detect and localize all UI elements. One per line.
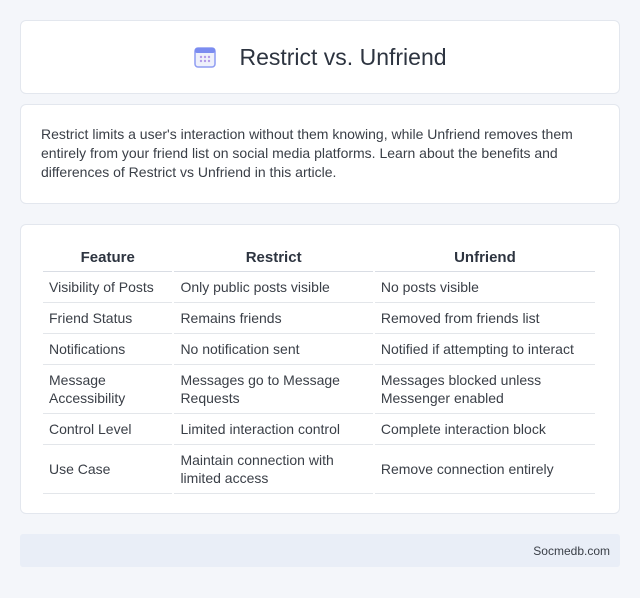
feature-cell: Friend Status xyxy=(43,303,173,334)
feature-cell: Visibility of Posts xyxy=(43,272,173,303)
restrict-cell: Limited interaction control xyxy=(174,414,373,445)
restrict-cell: Maintain connection with limited access xyxy=(174,445,373,494)
table-row: Visibility of Posts Only public posts vi… xyxy=(43,272,595,303)
table-card: Feature Restrict Unfriend Visibility of … xyxy=(20,224,620,514)
restrict-cell: Remains friends xyxy=(174,303,373,334)
table-header-row: Feature Restrict Unfriend xyxy=(43,245,595,272)
unfriend-cell: Removed from friends list xyxy=(374,303,595,334)
intro-card: Restrict limits a user's interaction wit… xyxy=(20,104,620,204)
unfriend-cell: Remove connection entirely xyxy=(374,445,595,494)
feature-cell: Control Level xyxy=(43,414,173,445)
table-row: Notifications No notification sent Notif… xyxy=(43,334,595,365)
unfriend-cell: Notified if attempting to interact xyxy=(374,334,595,365)
title-row: Restrict vs. Unfriend xyxy=(193,43,447,71)
unfriend-cell: No posts visible xyxy=(374,272,595,303)
comparison-table: Feature Restrict Unfriend Visibility of … xyxy=(41,245,597,494)
restrict-cell: Messages go to Message Requests xyxy=(174,365,373,414)
unfriend-cell: Messages blocked unless Messenger enable… xyxy=(374,365,595,414)
calendar-icon xyxy=(194,47,217,68)
restrict-cell: No notification sent xyxy=(174,334,373,365)
restrict-cell: Only public posts visible xyxy=(174,272,373,303)
footer-site-link[interactable]: Socmedb.com xyxy=(533,544,610,558)
feature-cell: Notifications xyxy=(43,334,173,365)
intro-text: Restrict limits a user's interaction wit… xyxy=(41,126,573,180)
unfriend-cell: Complete interaction block xyxy=(374,414,595,445)
page-title: Restrict vs. Unfriend xyxy=(239,43,447,70)
table-row: Use Case Maintain connection with limite… xyxy=(43,445,595,494)
column-header-unfriend: Unfriend xyxy=(374,245,595,272)
feature-cell: Message Accessibility xyxy=(43,365,173,414)
footer-bar: Socmedb.com xyxy=(20,534,620,567)
column-header-restrict: Restrict xyxy=(174,245,373,272)
title-card: Restrict vs. Unfriend xyxy=(20,20,620,94)
table-row: Message Accessibility Messages go to Mes… xyxy=(43,365,595,414)
feature-cell: Use Case xyxy=(43,445,173,494)
table-row: Control Level Limited interaction contro… xyxy=(43,414,595,445)
table-row: Friend Status Remains friends Removed fr… xyxy=(43,303,595,334)
column-header-feature: Feature xyxy=(43,245,173,272)
